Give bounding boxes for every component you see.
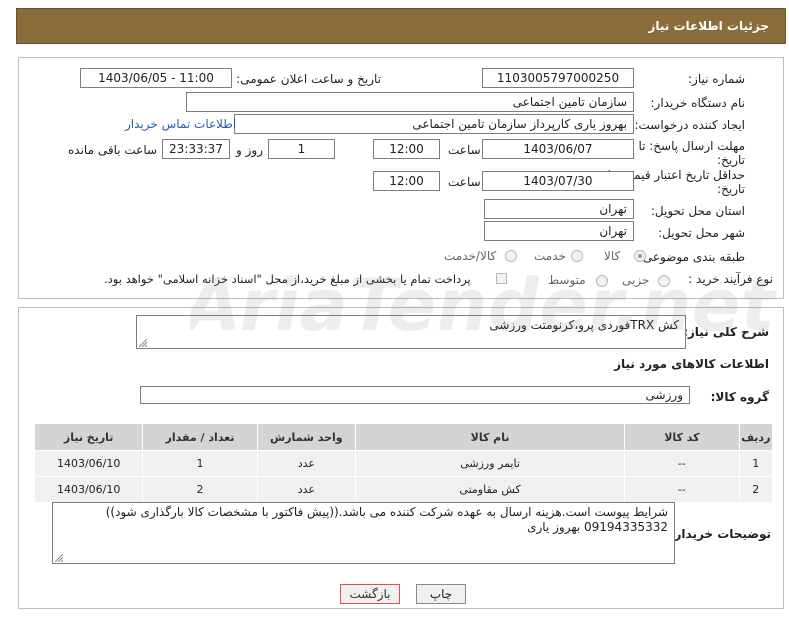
col-row: ردیف bbox=[738, 423, 774, 451]
price-validity-label-2: تاریخ: bbox=[717, 182, 745, 196]
table-row: 1 -- تایمر ورزشی عدد 1 1403/06/10 bbox=[33, 450, 774, 477]
goods-section-title: اطلاعات کالاهای مورد نیاز bbox=[614, 357, 769, 371]
process-label: نوع فرآیند خرید : bbox=[688, 272, 773, 286]
goods-group-field: ورزشی bbox=[140, 386, 690, 404]
goods-table: ردیف کد کالا نام کالا واحد شمارش تعداد /… bbox=[33, 423, 774, 503]
category-radio-goods-service[interactable] bbox=[505, 250, 517, 262]
buyer-notes-line-2: 09194335332 بهروز یاری bbox=[527, 520, 668, 534]
cell-row: 1 bbox=[738, 450, 774, 477]
cell-qty: 2 bbox=[142, 476, 258, 503]
buyer-notes-label: توضیحات خریدار: bbox=[669, 527, 771, 541]
price-time-label: ساعت bbox=[448, 175, 481, 189]
cell-qty: 1 bbox=[142, 450, 258, 477]
category-option-goods: کالا bbox=[604, 249, 621, 263]
requester-field: بهروز یاری کارپرداز سازمان تامین اجتماعی bbox=[234, 114, 634, 134]
buyer-contact-link[interactable]: اطلاعات تماس خریدار bbox=[125, 117, 236, 131]
page-header: جزئیات اطلاعات نیاز bbox=[16, 8, 786, 44]
announce-label: تاریخ و ساعت اعلان عمومی: bbox=[236, 72, 381, 86]
treasury-checkbox[interactable] bbox=[496, 273, 507, 284]
process-radio-minor[interactable] bbox=[658, 275, 670, 287]
cell-date: 1403/06/10 bbox=[33, 476, 144, 503]
days-field: 1 bbox=[268, 139, 335, 159]
buyer-org-field: سازمان تامین اجتماعی bbox=[186, 92, 634, 112]
col-unit: واحد شمارش bbox=[256, 423, 356, 451]
goods-group-label: گروه کالا: bbox=[710, 390, 769, 404]
back-button[interactable]: بازگشت bbox=[340, 584, 400, 604]
category-option-service: خدمت bbox=[534, 249, 566, 263]
cell-name: کش مقاومتی bbox=[354, 476, 626, 503]
process-radio-medium[interactable] bbox=[596, 275, 608, 287]
province-label: استان محل تحویل: bbox=[650, 204, 745, 218]
treasury-payment-note: پرداخت تمام یا بخشی از مبلغ خرید،از محل … bbox=[104, 272, 471, 286]
reply-date-field: 1403/06/07 bbox=[482, 139, 634, 159]
process-option-medium: متوسط bbox=[548, 273, 586, 287]
category-option-goods-service: کالا/خدمت bbox=[444, 249, 497, 263]
page-title: جزئیات اطلاعات نیاز bbox=[648, 19, 769, 33]
table-row: 2 -- کش مقاومتی عدد 2 1403/06/10 bbox=[33, 476, 774, 503]
resize-grip-icon[interactable] bbox=[139, 339, 147, 347]
cell-name: تایمر ورزشی bbox=[354, 450, 626, 477]
price-date-field: 1403/07/30 bbox=[482, 171, 634, 191]
category-radio-goods[interactable] bbox=[634, 250, 646, 262]
remaining-label: ساعت باقی مانده bbox=[68, 143, 158, 157]
process-option-minor: جزیی bbox=[622, 273, 650, 287]
city-field: تهران bbox=[484, 221, 634, 241]
reply-deadline-label-2: تاریخ: bbox=[717, 153, 745, 167]
category-label: طبقه بندی موضوعی: bbox=[638, 250, 745, 264]
buyer-notes-line-1: شرایط پیوست است.هزینه ارسال به عهده شرکت… bbox=[105, 505, 668, 519]
col-date: تاریخ نیاز bbox=[33, 423, 144, 451]
col-code: کد کالا bbox=[624, 423, 740, 451]
print-button[interactable]: چاپ bbox=[416, 584, 466, 604]
category-radio-service[interactable] bbox=[571, 250, 583, 262]
cell-unit: عدد bbox=[256, 450, 356, 477]
need-number-field: 1103005797000250 bbox=[482, 68, 634, 88]
price-time-field: 12:00 bbox=[373, 171, 440, 191]
requester-label: ایجاد کننده درخواست: bbox=[634, 118, 745, 132]
province-field: تهران bbox=[484, 199, 634, 219]
description-textarea: کش TRXفوردی پرو،کرنومتت ورزشی bbox=[136, 315, 686, 349]
days-label: روز و bbox=[236, 143, 263, 157]
announce-field: 1403/06/05 - 11:00 bbox=[80, 68, 232, 88]
reply-time-field: 12:00 bbox=[373, 139, 440, 159]
col-name: نام کالا bbox=[354, 423, 626, 451]
cell-unit: عدد bbox=[256, 476, 356, 503]
reply-deadline-label: مهلت ارسال پاسخ: تا bbox=[638, 139, 745, 153]
cell-row: 2 bbox=[738, 476, 774, 503]
remaining-time-field: 23:33:37 bbox=[162, 139, 230, 159]
description-label: شرح کلی نیاز: bbox=[683, 325, 769, 339]
city-label: شهر محل تحویل: bbox=[658, 226, 745, 240]
buyer-notes-textarea: شرایط پیوست است.هزینه ارسال به عهده شرکت… bbox=[52, 502, 675, 564]
description-text: کش TRXفوردی پرو،کرنومتت ورزشی bbox=[489, 318, 679, 332]
reply-time-label: ساعت bbox=[448, 143, 481, 157]
cell-date: 1403/06/10 bbox=[33, 450, 144, 477]
col-qty: تعداد / مقدار bbox=[142, 423, 258, 451]
cell-code: -- bbox=[624, 476, 740, 503]
resize-grip-icon[interactable] bbox=[55, 554, 63, 562]
buyer-org-label: نام دستگاه خریدار: bbox=[650, 96, 746, 110]
need-number-label: شماره نیاز: bbox=[688, 72, 745, 86]
table-header-row: ردیف کد کالا نام کالا واحد شمارش تعداد /… bbox=[33, 423, 774, 451]
cell-code: -- bbox=[624, 450, 740, 477]
